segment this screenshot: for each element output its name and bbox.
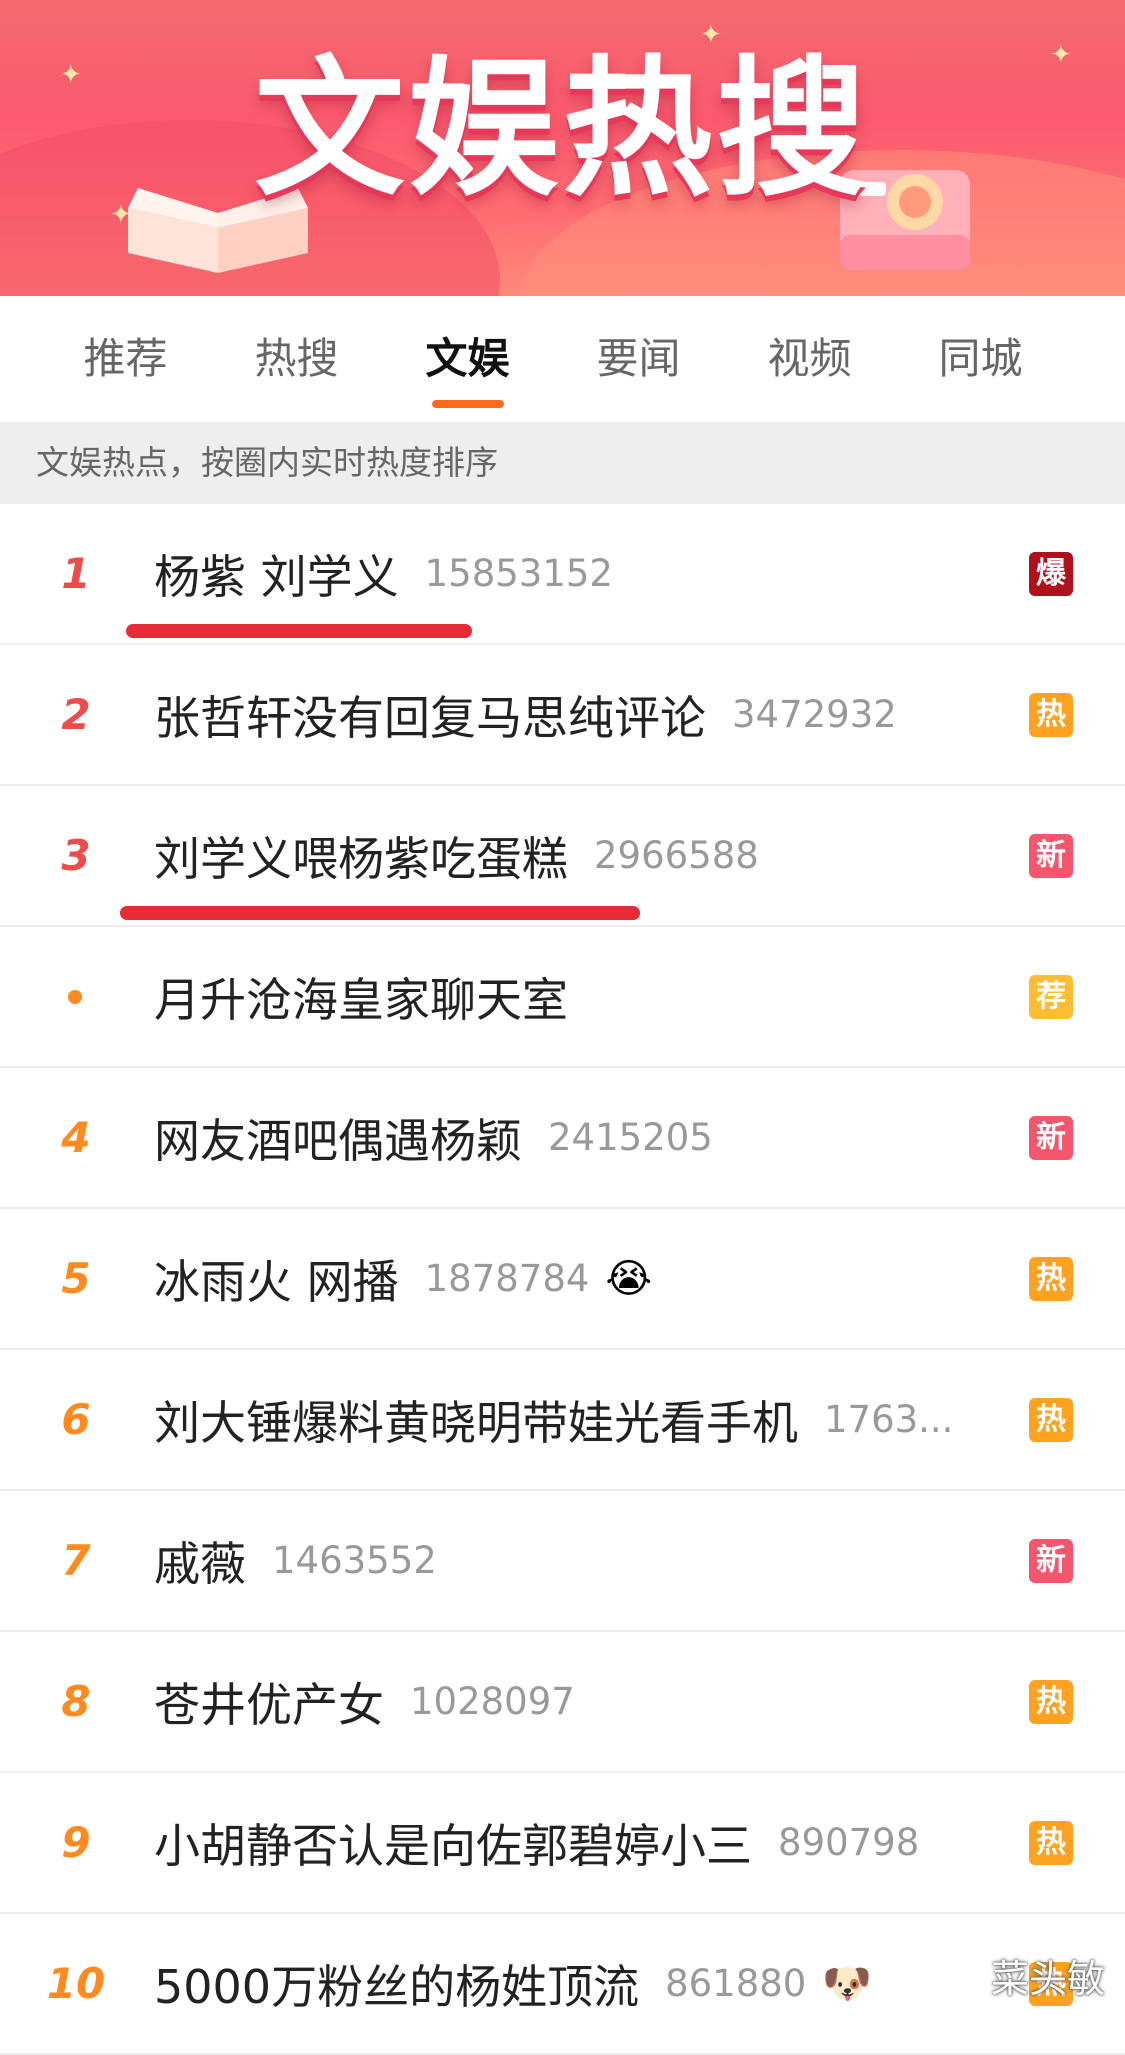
status-badge: 爆 (1029, 551, 1073, 596)
list-description: 文娱热点，按圈内实时热度排序 (0, 422, 1125, 504)
emoji-icon: 😭 (605, 1255, 653, 1302)
promoted-dot-icon (68, 989, 82, 1004)
heat-count: 2966588 (594, 834, 759, 877)
item-content: 冰雨火 网播 1878784 😭 (154, 1246, 975, 1312)
status-badge: 热 (1029, 1397, 1073, 1442)
item-title[interactable]: 冰雨火 网播 (154, 1246, 399, 1312)
watermark: 菜头敏 (990, 1957, 1105, 2001)
heat-count: 2415205 (548, 1116, 713, 1159)
status-badge: 新 (1029, 1115, 1073, 1160)
status-badge: 新 (1029, 1538, 1073, 1583)
status-badge: 新 (1029, 833, 1073, 878)
list-item[interactable]: 2 张哲轩没有回复马思纯评论 3472932 热 (0, 645, 1125, 786)
tab-entertainment[interactable]: 文娱 (382, 296, 553, 422)
rank-number: 6 (61, 1395, 91, 1444)
item-title[interactable]: 5000万粉丝的杨姓顶流 (154, 1951, 639, 2017)
heat-count: 15853152 (424, 552, 613, 595)
tab-bar: 推荐 热搜 文娱 要闻 视频 同城 (0, 296, 1125, 422)
item-title[interactable]: 月升沧海皇家聊天室 (154, 964, 568, 1030)
list-item[interactable]: 5 冰雨火 网播 1878784 😭 热 (0, 1209, 1125, 1350)
hot-search-list: 1 杨紫 刘学义 15853152 爆 2 张哲轩没有回复马思纯评论 3472932 热 3 刘学… (0, 504, 1125, 2055)
tab-news[interactable]: 要闻 (553, 296, 724, 422)
rank-number: 7 (61, 1536, 91, 1585)
heat-count: 1028097 (410, 1680, 575, 1723)
list-item[interactable]: 10 5000万粉丝的杨姓顶流 861880 🐶 热 (0, 1914, 1125, 2055)
rank-number: 8 (61, 1677, 91, 1726)
item-title[interactable]: 小胡静否认是向佐郭碧婷小三 (154, 1810, 752, 1876)
heat-count: 1463552 (272, 1539, 437, 1582)
item-title[interactable]: 戚薇 (154, 1528, 246, 1594)
item-content: 小胡静否认是向佐郭碧婷小三 890798 (154, 1810, 975, 1876)
rank-number: 9 (61, 1818, 91, 1867)
tab-recommend[interactable]: 推荐 (40, 296, 211, 422)
heat-count: 1878784 (424, 1257, 590, 1300)
rank-number: 10 (46, 1959, 106, 2008)
banner: ✦ ✦ ✦ ✦ 文娱热搜 (0, 0, 1125, 296)
item-content: 张哲轩没有回复马思纯评论 3472932 (154, 682, 975, 748)
list-item[interactable]: 月升沧海皇家聊天室 荐 (0, 927, 1125, 1068)
list-item[interactable]: 9 小胡静否认是向佐郭碧婷小三 890798 热 (0, 1773, 1125, 1914)
list-item[interactable]: 7 戚薇 1463552 新 (0, 1491, 1125, 1632)
list-item[interactable]: 4 网友酒吧偶遇杨颖 2415205 新 (0, 1068, 1125, 1209)
list-item[interactable]: 8 苍井优产女 1028097 热 (0, 1632, 1125, 1773)
item-title[interactable]: 刘大锤爆料黄晓明带娃光看手机 (154, 1387, 798, 1453)
item-title[interactable]: 杨紫 刘学义 (154, 541, 399, 607)
heat-count: 1763... (824, 1398, 954, 1441)
heat-count: 3472932 (732, 693, 897, 736)
status-badge: 热 (1029, 1256, 1073, 1301)
item-content: 月升沧海皇家聊天室 (154, 964, 975, 1030)
rank-number: 3 (61, 831, 91, 880)
rank-number: 4 (61, 1113, 91, 1162)
status-badge: 热 (1029, 1820, 1073, 1865)
heat-count: 861880 (665, 1962, 807, 2005)
tab-local[interactable]: 同城 (895, 296, 1066, 422)
item-title[interactable]: 苍井优产女 (154, 1669, 384, 1735)
item-title[interactable]: 刘学义喂杨紫吃蛋糕 (154, 823, 568, 889)
item-content: 5000万粉丝的杨姓顶流 861880 🐶 (154, 1951, 975, 2017)
rank-number: 1 (61, 549, 91, 598)
list-item[interactable]: 6 刘大锤爆料黄晓明带娃光看手机 1763... 热 (0, 1350, 1125, 1491)
status-badge: 热 (1029, 1679, 1073, 1724)
red-underline-mark (126, 624, 472, 638)
rank-number: 2 (61, 690, 91, 739)
item-content: 刘学义喂杨紫吃蛋糕 2966588 (154, 823, 975, 889)
item-title[interactable]: 张哲轩没有回复马思纯评论 (154, 682, 706, 748)
emoji-icon: 🐶 (822, 1961, 873, 2007)
item-content: 苍井优产女 1028097 (154, 1669, 975, 1735)
item-content: 网友酒吧偶遇杨颖 2415205 (154, 1105, 975, 1171)
tab-video[interactable]: 视频 (724, 296, 895, 422)
tab-hot-search[interactable]: 热搜 (211, 296, 382, 422)
item-content: 戚薇 1463552 (154, 1528, 975, 1594)
red-underline-mark (120, 906, 640, 920)
heat-count: 890798 (778, 1821, 920, 1864)
item-content: 杨紫 刘学义 15853152 (154, 541, 975, 607)
status-badge: 热 (1029, 692, 1073, 737)
item-content: 刘大锤爆料黄晓明带娃光看手机 1763... (154, 1387, 975, 1453)
rank-number: 5 (61, 1254, 91, 1303)
status-badge: 荐 (1029, 974, 1073, 1019)
item-title[interactable]: 网友酒吧偶遇杨颖 (154, 1105, 522, 1171)
banner-title: 文娱热搜 (254, 43, 871, 217)
